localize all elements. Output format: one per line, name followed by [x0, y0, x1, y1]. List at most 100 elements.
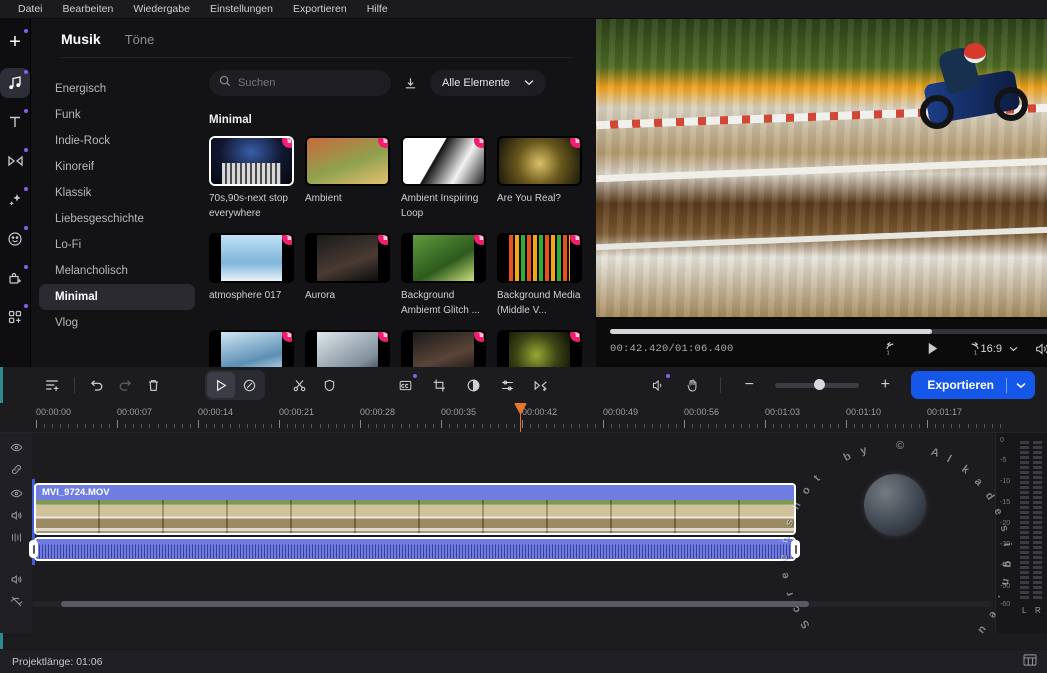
export-button[interactable]: Exportieren	[911, 371, 1035, 399]
menu-item-hilfe[interactable]: Hilfe	[357, 1, 398, 17]
music-card[interactable]: ♛ 70s,90s-next stop everywhere	[209, 136, 294, 221]
download-icon[interactable]	[403, 76, 418, 91]
audio-waveform-clip[interactable]	[34, 537, 796, 561]
video-editor-window: Datei Bearbeiten Wiedergabe Einstellunge…	[0, 0, 1047, 673]
volume-icon[interactable]	[10, 573, 23, 586]
rail-item-elements[interactable]	[0, 302, 30, 332]
music-card[interactable]: ♛	[305, 330, 390, 367]
clip-trim-handle-right[interactable]	[791, 540, 800, 558]
zoom-slider[interactable]	[775, 379, 860, 390]
music-card[interactable]: ♛ Aurora	[305, 233, 390, 318]
music-card[interactable]: ♛ atmosphere 017	[209, 233, 294, 318]
menu-item-exportieren[interactable]: Exportieren	[283, 1, 357, 17]
rail-item-stickers[interactable]	[0, 224, 30, 254]
music-card[interactable]: ♛	[401, 330, 486, 367]
badge-dot	[24, 70, 28, 74]
rail-item-transitions[interactable]	[0, 146, 30, 176]
menu-item-wiedergabe[interactable]: Wiedergabe	[123, 1, 200, 17]
eye-icon[interactable]	[10, 441, 23, 454]
menu-item-einstellungen[interactable]: Einstellungen	[200, 1, 283, 17]
redo-icon[interactable]	[111, 372, 139, 398]
add-track-icon[interactable]	[38, 372, 66, 398]
divider	[74, 377, 75, 393]
track-headers	[0, 433, 32, 633]
select-tool-icon[interactable]	[207, 372, 235, 398]
music-card[interactable]: ♛ Ambient Inspiring Loop	[401, 136, 486, 221]
video-clip[interactable]: MVI_9724.MOV	[34, 483, 796, 535]
detach-audio-icon[interactable]	[644, 372, 672, 398]
lane-video[interactable]: MVI_9724.MOV	[29, 479, 1047, 565]
search-box[interactable]	[209, 70, 391, 96]
menu-item-bearbeiten[interactable]: Bearbeiten	[53, 1, 124, 17]
split-tool-icon[interactable]	[235, 372, 263, 398]
category-indie-rock[interactable]: Indie-Rock	[39, 128, 195, 154]
filter-dropdown[interactable]: Alle Elemente	[430, 70, 546, 96]
timeline-ruler[interactable]: 00:00:00 00:00:07 00:00:14 00:00:21 00:0…	[0, 403, 1047, 433]
volume-icon[interactable]	[10, 509, 23, 522]
music-card[interactable]: ♛	[209, 330, 294, 367]
zoom-out-button[interactable]: −	[735, 372, 763, 398]
scrollbar-thumb[interactable]	[60, 601, 809, 607]
rail-item-effects[interactable]	[0, 185, 30, 215]
category-melancholisch[interactable]: Melancholisch	[39, 258, 195, 284]
export-dropdown-chevron-icon[interactable]	[1007, 382, 1035, 389]
mixer-icon[interactable]	[10, 531, 23, 544]
playhead[interactable]	[514, 403, 527, 432]
mask-icon[interactable]	[315, 372, 343, 398]
premium-crown-icon: ♛	[570, 235, 580, 245]
category-list: Energisch Funk Indie-Rock Kinoreif Klass…	[31, 58, 203, 367]
undo-1s-icon[interactable]: 1	[884, 341, 900, 357]
category-kinoreif[interactable]: Kinoreif	[39, 154, 195, 180]
category-vlog[interactable]: Vlog	[39, 310, 195, 336]
timeline-horizontal-scrollbar[interactable]	[32, 601, 991, 607]
music-card[interactable]: ♛ Background Ambiemt Glitch ...	[401, 233, 486, 318]
music-card[interactable]: ♛	[497, 330, 582, 367]
play-icon[interactable]	[924, 340, 941, 357]
clip-trim-handle-left[interactable]	[29, 540, 38, 558]
ruler-label: 00:00:49	[603, 407, 639, 417]
menu-item-datei[interactable]: Datei	[8, 1, 53, 17]
add-media-button[interactable]: +	[0, 27, 30, 57]
eye-icon[interactable]	[10, 487, 23, 500]
link-icon[interactable]	[10, 463, 23, 476]
category-lo-fi[interactable]: Lo-Fi	[39, 232, 195, 258]
hand-tool-icon[interactable]	[678, 372, 706, 398]
category-minimal[interactable]: Minimal	[39, 284, 195, 310]
audio-mixer-icon[interactable]	[493, 372, 521, 398]
meter-scale-label: -20	[1000, 520, 1011, 527]
video-preview[interactable]: ?	[596, 19, 1047, 317]
grid-view-icon[interactable]	[1023, 654, 1037, 669]
category-klassik[interactable]: Klassik	[39, 180, 195, 206]
hidden-eye-icon[interactable]	[10, 595, 23, 608]
music-card[interactable]: ♛ Background Media (Middle V...	[497, 233, 582, 318]
lane-audio[interactable]	[32, 565, 1047, 625]
cut-icon[interactable]	[285, 372, 313, 398]
tab-musik[interactable]: Musik	[61, 31, 101, 47]
ruler-label: 00:00:35	[441, 407, 477, 417]
rail-item-text[interactable]	[0, 107, 30, 137]
rail-item-music[interactable]	[0, 68, 30, 98]
zoom-in-button[interactable]: +	[871, 372, 899, 398]
search-input[interactable]	[238, 77, 381, 89]
badge-dot	[24, 148, 28, 152]
captions-icon[interactable]	[391, 372, 419, 398]
upper-area: + Musik Töne Energisch Funk Indie-Rock K…	[0, 19, 1047, 367]
crop-icon[interactable]	[425, 372, 453, 398]
preview-progress-bar[interactable]	[610, 329, 1047, 334]
tab-toene[interactable]: Töne	[125, 32, 155, 47]
category-funk[interactable]: Funk	[39, 102, 195, 128]
zoom-slider-knob[interactable]	[813, 379, 825, 390]
volume-icon[interactable]	[1034, 341, 1047, 357]
music-card[interactable]: ♛ Ambient	[305, 136, 390, 221]
delete-icon[interactable]	[139, 372, 167, 398]
lane-overlay[interactable]	[32, 433, 1047, 479]
contrast-icon[interactable]	[459, 372, 487, 398]
category-energisch[interactable]: Energisch	[39, 76, 195, 102]
transition-icon[interactable]	[527, 372, 555, 398]
category-liebesgeschichte[interactable]: Liebesgeschichte	[39, 206, 195, 232]
music-card[interactable]: ♛ Are You Real?	[497, 136, 582, 221]
redo-1s-icon[interactable]: 1	[965, 341, 981, 357]
rail-item-filters[interactable]	[0, 263, 30, 293]
aspect-ratio-dropdown[interactable]: 16:9	[981, 343, 1018, 355]
undo-icon[interactable]	[83, 372, 111, 398]
